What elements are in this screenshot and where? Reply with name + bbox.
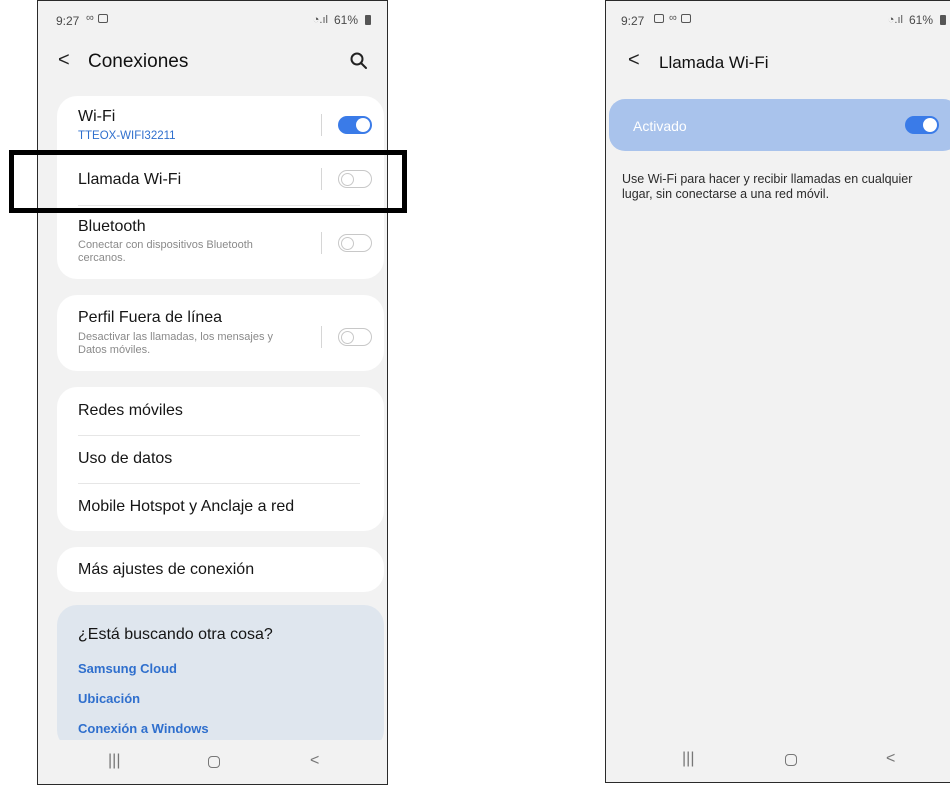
wifi-toggle[interactable] (338, 116, 372, 134)
recents-button[interactable]: ||| (682, 750, 694, 768)
navigation-bar: ||| < (606, 738, 950, 782)
nav-back-button[interactable]: < (886, 750, 895, 768)
battery-icon (940, 15, 946, 25)
offline-profile-description: Desactivar las llamadas, los mensajes y … (78, 331, 274, 356)
offline-profile-title: Perfil Fuera de línea (78, 309, 223, 326)
status-bar: 9:27 ∞ ◔.ıl 61% (38, 1, 387, 39)
offline-card: Perfil Fuera de línea Desactivar las lla… (57, 295, 384, 371)
highlight-annotation (9, 150, 407, 213)
more-settings-title: Más ajustes de conexión (78, 561, 255, 578)
home-button[interactable] (785, 754, 797, 766)
connections-screen: 9:27 ∞ ◔.ıl 61% < Conexiones Wi-Fi TTEOX… (37, 0, 388, 785)
bluetooth-description: Conectar con dispositivos Bluetooth cerc… (78, 239, 253, 264)
data-usage-row[interactable]: Uso de datos (57, 436, 384, 483)
signal-icon: ◔.ıl (887, 14, 903, 26)
status-time: 9:27 (56, 14, 80, 28)
wifi-network-name: TTEOX-WIFI32211 (78, 130, 176, 142)
nav-back-button[interactable]: < (310, 752, 319, 770)
app-header: < Conexiones (38, 39, 387, 84)
gallery-icon (654, 13, 664, 23)
home-button[interactable] (208, 756, 220, 768)
link-samsung-cloud[interactable]: Samsung Cloud (78, 661, 177, 676)
app-header: < Llamada Wi-Fi (606, 39, 950, 84)
wifi-calling-toggle[interactable] (905, 116, 939, 134)
status-bar: 9:27 ∞ ◔.ıl 61% (606, 1, 950, 39)
suggestions-title: ¿Está buscando otra cosa? (78, 626, 273, 643)
voicemail-icon: ∞ (669, 12, 677, 24)
offline-profile-row[interactable]: Perfil Fuera de línea Desactivar las lla… (57, 295, 384, 371)
voicemail-icon: ∞ (86, 12, 94, 24)
activated-label: Activado (633, 118, 687, 134)
more-settings-row[interactable]: Más ajustes de conexión (57, 547, 384, 592)
wifi-title: Wi-Fi (78, 108, 116, 125)
mobile-networks-title: Redes móviles (78, 402, 183, 419)
notification-icon (680, 13, 691, 23)
hotspot-row[interactable]: Mobile Hotspot y Anclaje a red (57, 484, 384, 531)
suggestions-card: ¿Está buscando otra cosa? Samsung Cloud … (57, 605, 384, 750)
wifi-row[interactable]: Wi-Fi TTEOX-WIFI32211 (57, 96, 384, 151)
data-usage-title: Uso de datos (78, 450, 173, 467)
bluetooth-row[interactable]: Bluetooth Conectar con dispositivos Blue… (57, 206, 384, 279)
hotspot-title: Mobile Hotspot y Anclaje a red (78, 498, 295, 515)
bluetooth-title: Bluetooth (78, 218, 146, 235)
more-settings-card: Más ajustes de conexión (57, 547, 384, 592)
mobile-networks-row[interactable]: Redes móviles (57, 387, 384, 435)
signal-icon: ◔.ıl (312, 14, 328, 26)
battery-percent: 61% (908, 13, 933, 27)
network-card: Redes móviles Uso de datos Mobile Hotspo… (57, 387, 384, 531)
wifi-calling-description: Use Wi-Fi para hacer y recibir llamadas … (622, 172, 913, 201)
master-switch-bar[interactable]: Activado (609, 99, 950, 151)
search-icon[interactable] (349, 51, 369, 71)
bluetooth-toggle[interactable] (338, 234, 372, 252)
notification-icon (97, 13, 108, 23)
navigation-bar: ||| < (38, 740, 387, 784)
battery-percent: 61% (333, 13, 358, 27)
status-time: 9:27 (621, 14, 645, 28)
offline-profile-toggle[interactable] (338, 328, 372, 346)
wifi-calling-screen: 9:27 ∞ ◔.ıl 61% < Llamada Wi-Fi Activado… (605, 0, 950, 783)
page-title: Conexiones (88, 51, 189, 72)
link-location[interactable]: Ubicación (78, 691, 140, 706)
battery-icon (365, 15, 371, 25)
link-windows-connection[interactable]: Conexión a Windows (78, 721, 209, 736)
recents-button[interactable]: ||| (108, 752, 120, 770)
page-title: Llamada Wi-Fi (659, 53, 769, 72)
back-button[interactable]: < (58, 49, 70, 72)
back-button[interactable]: < (628, 49, 640, 72)
